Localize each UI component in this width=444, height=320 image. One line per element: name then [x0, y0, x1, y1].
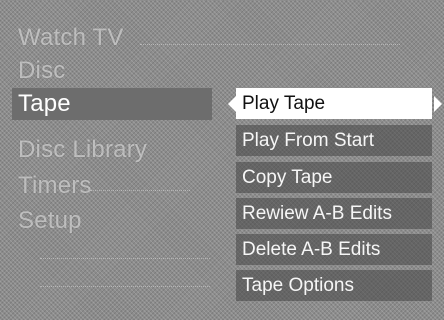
submenu-item-play-from-start[interactable]: Play From Start: [236, 125, 432, 156]
arrow-right-icon[interactable]: [434, 96, 442, 112]
arrow-left-icon[interactable]: [228, 96, 236, 112]
submenu-item-delete-ab-edits[interactable]: Delete A-B Edits: [236, 234, 432, 265]
submenu-item-tape-options[interactable]: Tape Options: [236, 270, 432, 301]
decorative-divider: [40, 286, 210, 287]
decorative-divider: [90, 190, 190, 191]
main-menu-item-disc-library[interactable]: Disc Library: [18, 134, 147, 166]
main-menu-item-watch-tv[interactable]: Watch TV: [18, 22, 124, 54]
main-menu: Watch TV Disc Tape Disc Library Timers S…: [0, 0, 400, 320]
main-menu-item-tape[interactable]: Tape: [12, 88, 212, 120]
submenu-item-play-tape[interactable]: Play Tape: [236, 88, 432, 119]
main-menu-item-setup[interactable]: Setup: [18, 205, 82, 237]
decorative-divider: [40, 258, 210, 259]
menu-screen: Watch TV Disc Tape Disc Library Timers S…: [0, 0, 444, 320]
main-menu-item-timers[interactable]: Timers: [18, 170, 92, 202]
main-menu-item-disc[interactable]: Disc: [18, 55, 65, 87]
submenu-item-review-ab-edits[interactable]: Rewiew A-B Edits: [236, 198, 432, 229]
decorative-divider: [140, 44, 400, 45]
tape-submenu: Play Tape Play From Start Copy Tape Rewi…: [228, 88, 432, 303]
submenu-item-copy-tape[interactable]: Copy Tape: [236, 162, 432, 193]
